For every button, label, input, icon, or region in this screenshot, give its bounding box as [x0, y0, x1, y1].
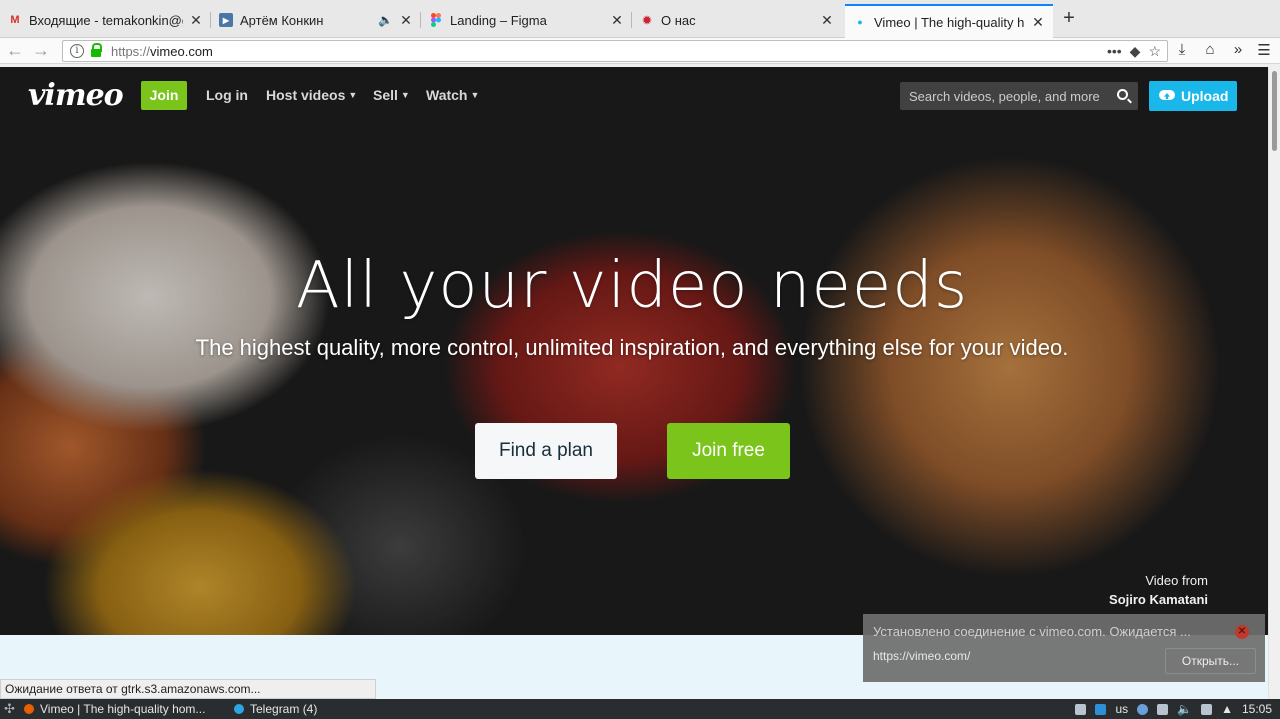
firefox-icon [24, 704, 34, 714]
tab-title: Артём Конкин [240, 12, 324, 28]
pocket-icon[interactable]: ◆ [1130, 43, 1141, 60]
forward-icon[interactable]: → [30, 40, 52, 62]
network-icon[interactable] [1137, 703, 1149, 715]
video-credit: Video from Sojiro Kamatani [1020, 571, 1208, 609]
speaker-icon[interactable]: 🔈 [378, 13, 393, 27]
status-bar: Ожидание ответа от gtrk.s3.amazonaws.com… [0, 679, 376, 699]
close-tab-icon[interactable]: ✕ [399, 12, 413, 29]
cloud-upload-icon [1159, 90, 1175, 100]
bug-icon: ✹ [642, 14, 652, 27]
tray-expand-icon[interactable]: ▲ [1221, 699, 1233, 719]
chevron-down-icon: ▼ [348, 90, 358, 100]
download-icon[interactable]: ⤓ [1172, 41, 1192, 61]
task-title: Telegram (4) [250, 702, 318, 716]
connection-notification: Установлено соединение с vimeo.com. Ожид… [863, 614, 1265, 682]
credit-prefix: Video from [1145, 573, 1208, 588]
menu-icon[interactable]: ☰ [1254, 41, 1274, 61]
task-title: Vimeo | The high-quality hom... [40, 702, 206, 716]
join-free-button[interactable]: Join free [667, 423, 790, 479]
tab-figma[interactable]: Landing – Figma ✕ [421, 6, 632, 34]
nav-bar: ← → i https://vimeo.com ••• ◆ ☆ ⤓ ⌂ » ☰ [0, 38, 1280, 64]
new-tab-icon[interactable]: + [1058, 8, 1080, 30]
notification-url: https://vimeo.com/ [873, 649, 971, 663]
clock[interactable]: 15:05 [1242, 699, 1272, 719]
close-tab-icon[interactable]: ✕ [610, 12, 624, 29]
info-icon[interactable]: i [70, 44, 84, 58]
notification-message: Установлено соединение с vimeo.com. Ожид… [873, 624, 1191, 639]
tab-title: Landing – Figma [450, 12, 547, 28]
sell-menu[interactable]: Sell ▼ [373, 87, 410, 103]
tab-gmail[interactable]: M Входящие - temakonkin@g ✕ [0, 6, 211, 34]
join-button[interactable]: Join [141, 81, 187, 110]
watch-menu[interactable]: Watch ▼ [426, 87, 479, 103]
taskbar: ✣ Vimeo | The high-quality hom... Telegr… [0, 699, 1280, 719]
tab-title: Входящие - temakonkin@g [29, 12, 183, 28]
url-bar[interactable]: i https://vimeo.com ••• ◆ ☆ [62, 40, 1168, 62]
open-button[interactable]: Открыть... [1165, 648, 1256, 674]
overflow-chevron-icon[interactable]: » [1228, 41, 1248, 61]
system-tray: us 🔈 ▲ 15:05 [1075, 699, 1272, 719]
tab-about[interactable]: ✹ О нас ✕ [632, 6, 842, 34]
tab-vimeo[interactable]: ● Vimeo | The high-quality ho ✕ [845, 4, 1053, 38]
hero-subline: The highest quality, more control, unlim… [195, 335, 1069, 360]
dot-icon: ● [857, 17, 863, 27]
scrollbar-thumb[interactable] [1272, 71, 1277, 151]
url-text[interactable]: https://vimeo.com [111, 44, 213, 59]
close-icon[interactable]: ✕ [1235, 625, 1249, 639]
page-content: vimeo Join Log in Host videos ▼ Sell ▼ Wat… [0, 67, 1268, 699]
library-icon[interactable]: ⌂ [1200, 41, 1220, 61]
credit-author-link[interactable]: Sojiro Kamatani [1020, 590, 1208, 609]
volume-icon[interactable]: 🔈 [1177, 699, 1192, 719]
find-plan-button[interactable]: Find a plan [475, 423, 617, 479]
search-input[interactable] [900, 82, 1110, 110]
back-icon[interactable]: ← [4, 40, 26, 62]
page-actions-icon[interactable]: ••• [1107, 43, 1122, 59]
lock-icon[interactable] [91, 43, 102, 57]
figma-icon [429, 13, 443, 27]
close-tab-icon[interactable]: ✕ [820, 12, 834, 29]
task-telegram[interactable]: Telegram (4) [234, 699, 317, 719]
gmail-icon: M [10, 14, 20, 26]
tab-strip: M Входящие - temakonkin@g ✕ ▶ Артём Конк… [0, 0, 1280, 38]
page-scrollbar[interactable] [1268, 67, 1280, 699]
task-firefox[interactable]: Vimeo | The high-quality hom... [24, 699, 205, 719]
chevron-down-icon: ▼ [400, 90, 410, 100]
close-tab-icon[interactable]: ✕ [189, 12, 203, 29]
clipboard-icon[interactable] [1075, 703, 1087, 715]
search-box [900, 82, 1138, 110]
tab-title: Vimeo | The high-quality ho [874, 14, 1025, 30]
chevron-down-icon: ▼ [470, 90, 480, 100]
start-menu-icon[interactable]: ✣ [4, 699, 15, 719]
video-icon: ▶ [219, 13, 233, 27]
vimeo-logo[interactable]: vimeo [28, 78, 124, 113]
bookmark-star-icon[interactable]: ☆ [1148, 43, 1161, 60]
search-icon[interactable] [1117, 89, 1128, 100]
close-tab-icon[interactable]: ✕ [1031, 14, 1045, 31]
skype-icon[interactable] [1095, 703, 1107, 715]
hero-headline: All your video needs [295, 249, 969, 323]
tab-title: О нас [661, 12, 696, 28]
host-videos-menu[interactable]: Host videos ▼ [266, 87, 357, 103]
tab-artem[interactable]: ▶ Артём Конкин 🔈 ✕ [211, 6, 421, 34]
telegram-icon [234, 704, 244, 714]
login-link[interactable]: Log in [206, 87, 248, 103]
upload-button[interactable]: Upload [1149, 81, 1237, 111]
keyboard-layout[interactable]: us [1115, 699, 1128, 719]
battery-icon[interactable] [1201, 703, 1213, 715]
vimeo-top-nav: vimeo Join Log in Host videos ▼ Sell ▼ Wat… [0, 67, 1268, 123]
window-icon[interactable] [1157, 703, 1169, 715]
